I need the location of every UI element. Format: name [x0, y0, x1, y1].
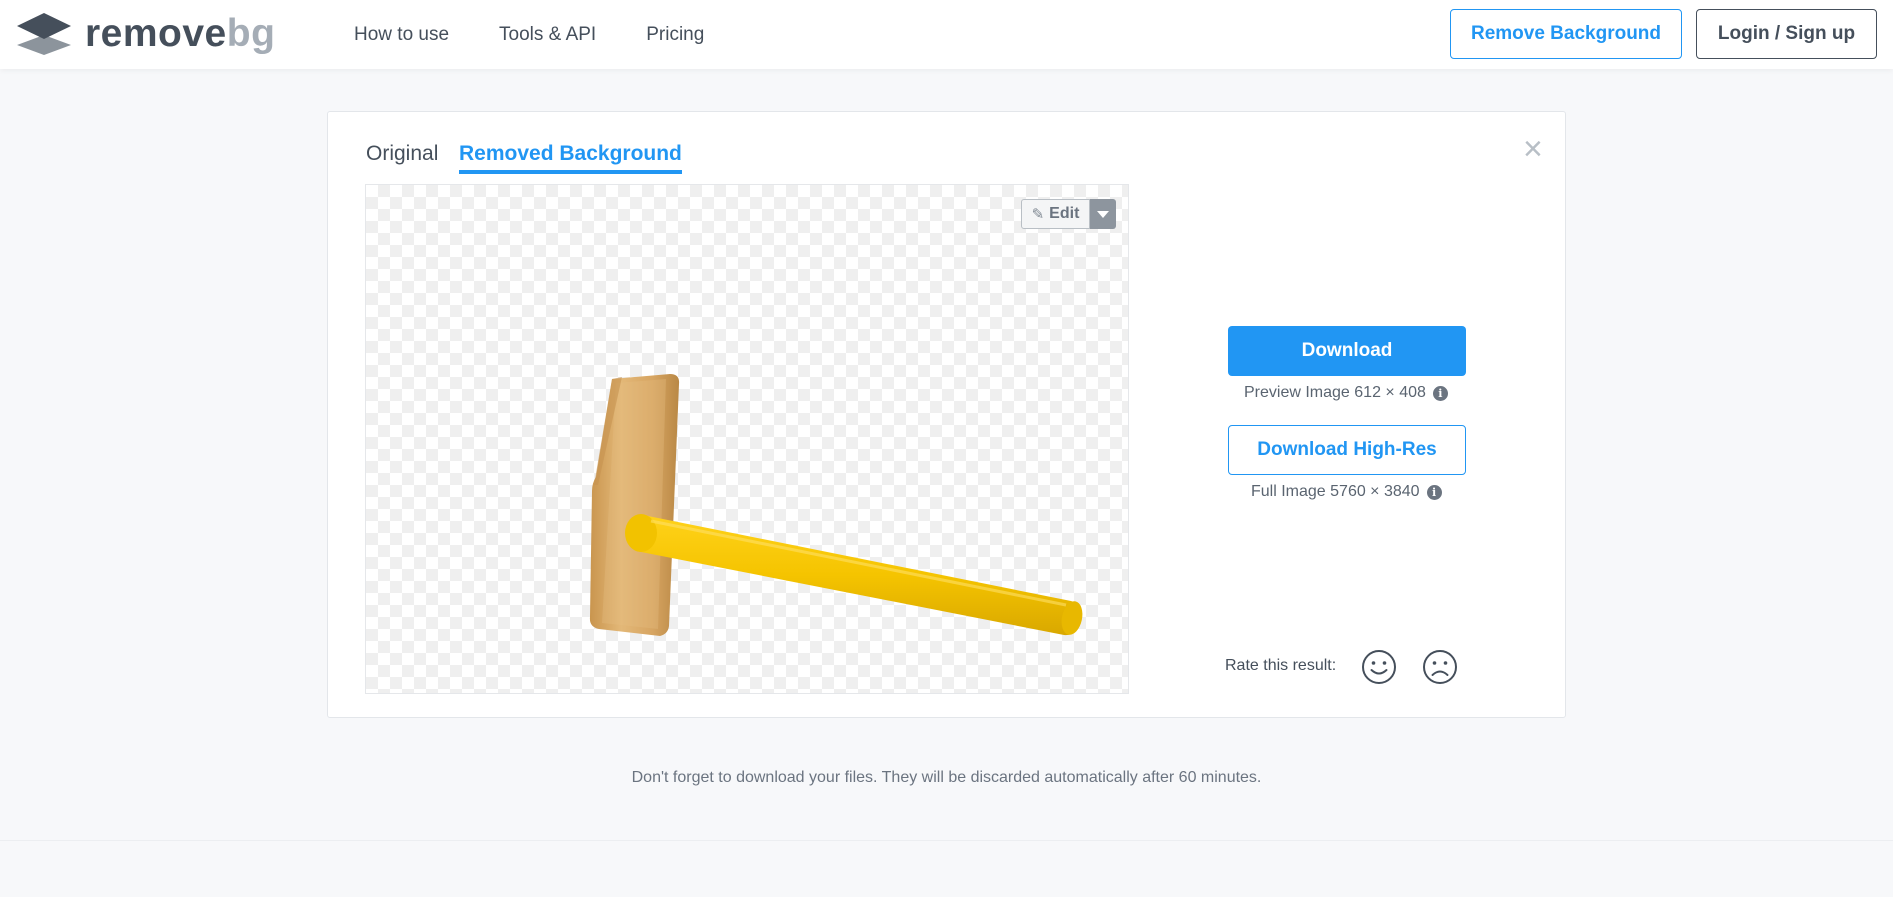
logo-word-remove: remove [85, 12, 227, 55]
remove-background-button[interactable]: Remove Background [1450, 9, 1682, 59]
full-image-info: Full Image 5760 × 3840 i [1251, 483, 1442, 501]
smiley-face-icon[interactable] [1361, 649, 1397, 685]
footer-divider [0, 840, 1893, 841]
discard-notice: Don't forget to download your files. The… [631, 769, 1262, 786]
login-signup-button[interactable]: Login / Sign up [1696, 9, 1877, 59]
edit-dropdown-toggle[interactable] [1090, 199, 1116, 229]
preview-image-size: Preview Image 612 × 408 [1244, 384, 1426, 401]
edit-button-group: ✎ Edit [1021, 199, 1116, 229]
edit-label: Edit [1049, 205, 1080, 222]
info-icon[interactable]: i [1432, 385, 1448, 401]
edit-button[interactable]: ✎ Edit [1021, 199, 1090, 229]
logo-wordmark: removebg [85, 13, 275, 55]
tab-removed-background[interactable]: Removed Background [459, 140, 682, 174]
result-card: Original Removed Background × ✎ Edit Dow… [327, 111, 1566, 718]
full-image-size: Full Image 5760 × 3840 [1251, 483, 1420, 500]
nav-how-to-use[interactable]: How to use [354, 24, 449, 46]
hammer-image [589, 374, 1083, 636]
logo-word-bg: bg [226, 12, 276, 55]
layers-logo-icon [17, 13, 71, 55]
top-header: removebg How to use Tools & API Pricing … [0, 0, 1893, 69]
preview-image-info: Preview Image 612 × 408 i [1244, 384, 1448, 402]
nav-pricing[interactable]: Pricing [646, 24, 704, 46]
close-icon[interactable]: × [1523, 132, 1543, 166]
download-high-res-button[interactable]: Download High-Res [1228, 425, 1466, 475]
sad-face-icon[interactable] [1422, 649, 1458, 685]
main-nav: How to use Tools & API Pricing [354, 0, 754, 69]
brush-icon: ✎ [1031, 206, 1045, 223]
nav-tools-api[interactable]: Tools & API [499, 24, 596, 46]
rate-result-label: Rate this result: [1225, 657, 1337, 674]
download-button[interactable]: Download [1228, 326, 1466, 376]
info-icon[interactable]: i [1426, 484, 1442, 500]
removebg-logo[interactable]: removebg [17, 13, 275, 55]
tab-original[interactable]: Original [366, 140, 438, 174]
result-preview-image: ✎ Edit [365, 184, 1129, 694]
caret-down-icon [1097, 210, 1109, 218]
